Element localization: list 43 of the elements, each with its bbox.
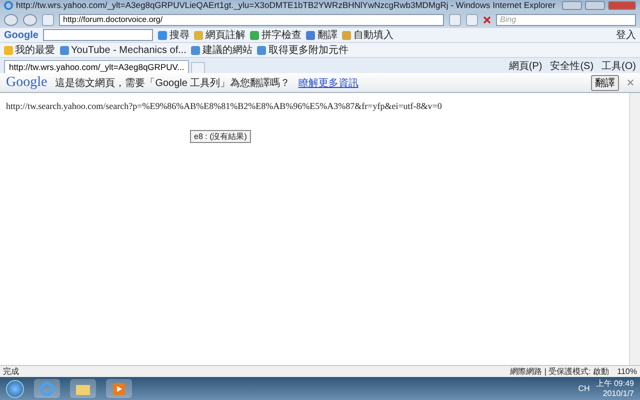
zone-text: 網際網路 | 受保護模式: 啟動: [510, 366, 610, 377]
command-menu[interactable]: 網頁(P): [508, 60, 542, 73]
favorites-item[interactable]: YouTube - Mechanics of...: [60, 44, 186, 56]
google-logo: Google: [6, 74, 48, 90]
window-title: http://tw.wrs.yahoo.com/_ylt=A3eg8qGRPUVLieQAErt1gt._ylu=X3oDMTE1bTB2YWRzBHNlYwNzcgRwb3MDMgRj - Windows Internet Explorer: [16, 0, 556, 11]
language-indicator[interactable]: CH: [578, 384, 590, 393]
media-player-icon[interactable]: [106, 379, 132, 398]
toolbar-item[interactable]: 自動填入: [342, 28, 394, 42]
browser-tab[interactable]: http://tw.wrs.yahoo.com/_ylt=A3eg8qGRPUV...: [4, 60, 190, 73]
command-menu[interactable]: 工具(O): [602, 60, 636, 73]
status-text: 完成: [3, 366, 19, 377]
maximize-button[interactable]: [585, 1, 605, 10]
close-icon[interactable]: [627, 79, 634, 86]
sign-in-button[interactable]: 登入: [616, 28, 636, 42]
stop-icon[interactable]: [483, 16, 491, 24]
learn-more-link[interactable]: 瞭解更多資訊: [298, 76, 358, 90]
favorites-item[interactable]: 建議的網站: [191, 44, 252, 56]
translate-message: 這是德文網頁，需要「Google 工具列」為您翻譯嗎？: [55, 76, 290, 90]
minimize-button[interactable]: [562, 1, 582, 10]
address-field[interactable]: http://forum.doctorvoice.org/: [59, 14, 444, 26]
translate-button[interactable]: 翻譯: [591, 74, 619, 90]
taskbar-app-icon[interactable]: [34, 379, 60, 398]
new-tab-button[interactable]: [191, 62, 206, 73]
zoom-button[interactable]: 110%: [617, 365, 637, 378]
toolbar-item[interactable]: 搜尋: [158, 28, 190, 42]
ie-logo-icon: [4, 1, 13, 10]
folder-icon[interactable]: [70, 379, 96, 398]
google-search-field[interactable]: [43, 29, 154, 41]
command-menu[interactable]: 安全性(S): [550, 60, 594, 73]
start-button[interactable]: [6, 380, 24, 398]
toolbar-logo: Google: [4, 30, 38, 40]
favorites-item[interactable]: 取得更多附加元件: [257, 44, 348, 56]
back-button[interactable]: [4, 14, 18, 26]
favorites-item[interactable]: 我的最愛: [4, 44, 55, 56]
search-field[interactable]: Bing: [496, 14, 636, 26]
toolbar-item[interactable]: 拼字檢查: [250, 28, 302, 42]
close-button[interactable]: [608, 1, 636, 10]
forward-button[interactable]: [23, 14, 37, 26]
toolbar-item[interactable]: 網頁註解: [194, 28, 246, 42]
page-text: http://tw.search.yahoo.com/search?p=%E9%86%AB%E8%81%B2%E8%AB%96%E5%A3%87&fr=yfp&ei=utf-8&v=0: [6, 101, 442, 111]
clock[interactable]: 上午 09:49 2010/1/7: [596, 378, 634, 398]
toolbar-item[interactable]: 翻譯: [306, 28, 338, 42]
tooltip: e8 : (沒有結果): [190, 130, 251, 143]
